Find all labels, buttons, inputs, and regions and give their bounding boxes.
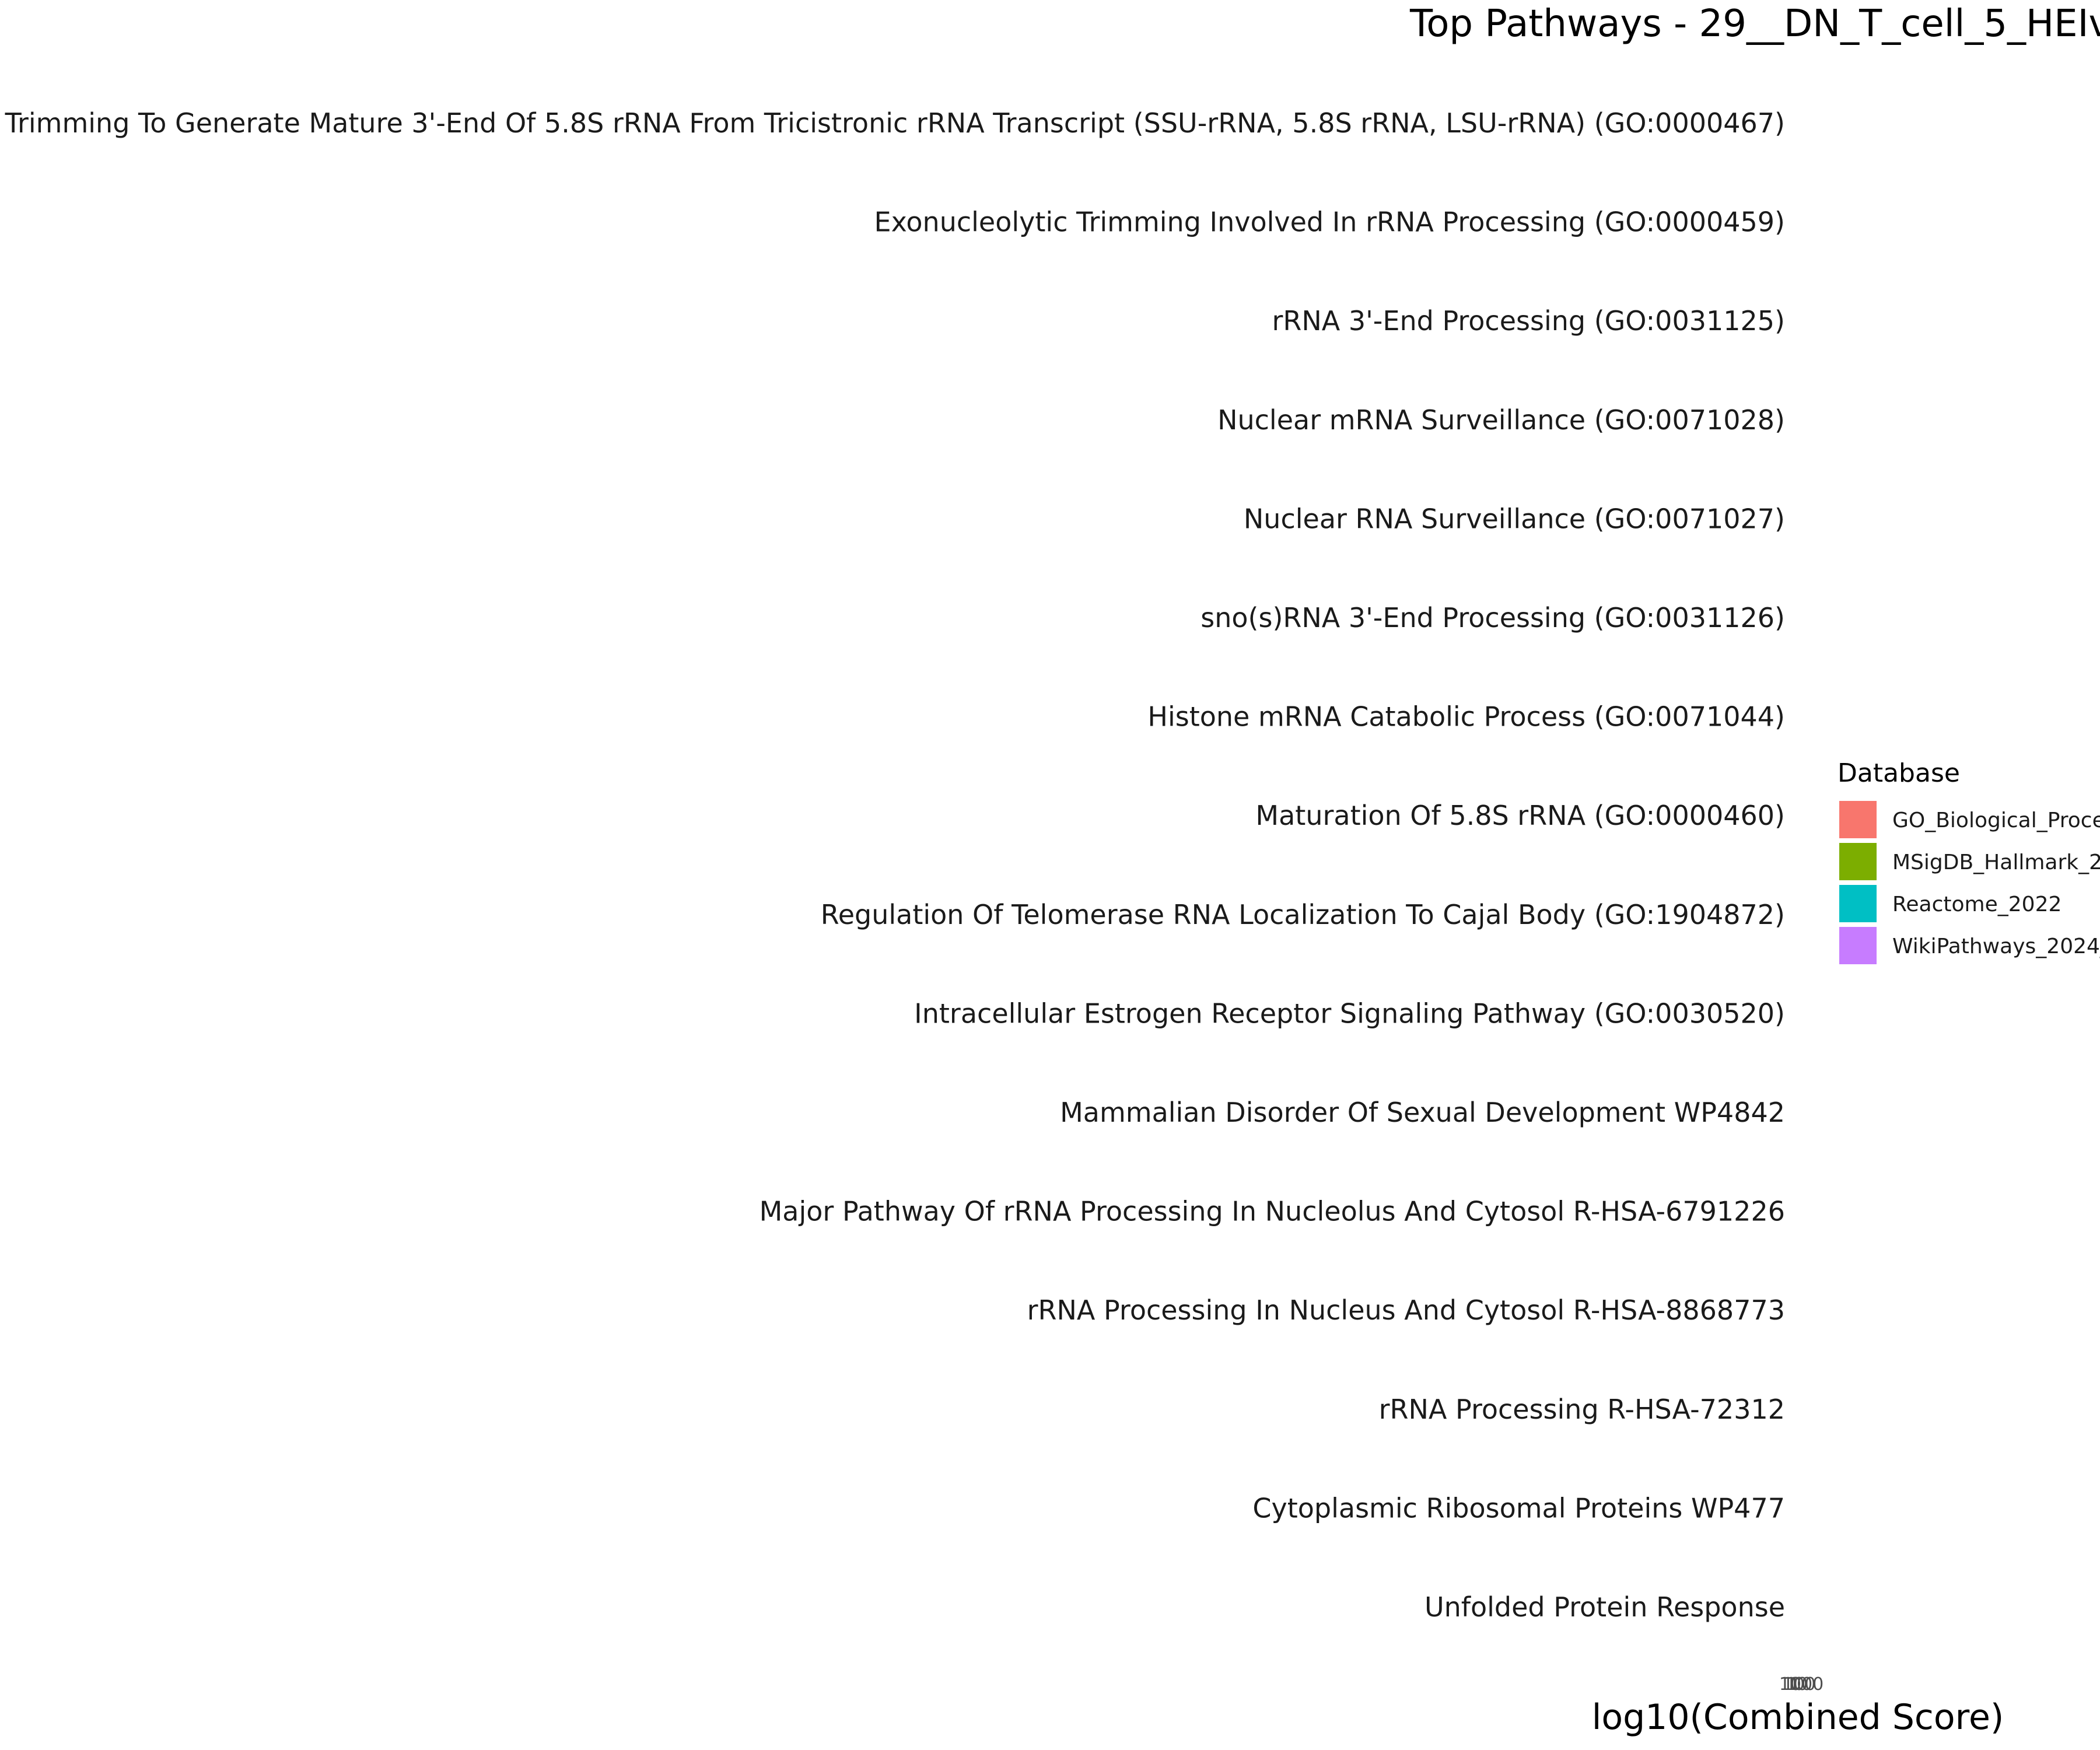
legend-label: Reactome_2022: [1892, 892, 2062, 916]
category-label: Exonucleolytic Trimming To Generate Matu…: [0, 107, 1785, 139]
legend-label: GO_Biological_Process_2023: [1892, 808, 2100, 832]
category-label: rRNA Processing In Nucleus And Cytosol R…: [1027, 1294, 1785, 1326]
category-label: Regulation Of Telomerase RNA Localizatio…: [821, 899, 1785, 930]
legend-key: [1839, 885, 1877, 922]
x-tick-labels: 1101001000: [1779, 1674, 1824, 1695]
category-label: Nuclear RNA Surveillance (GO:0071027): [1244, 503, 1785, 534]
category-label: Exonucleolytic Trimming Involved In rRNA…: [874, 206, 1785, 238]
category-label: rRNA Processing R-HSA-72312: [1379, 1394, 1785, 1425]
category-label: Major Pathway Of rRNA Processing In Nucl…: [760, 1196, 1785, 1227]
legend-key: [1839, 801, 1877, 838]
legend-title: Database: [1838, 758, 1960, 788]
category-label: sno(s)RNA 3'-End Processing (GO:0031126): [1200, 602, 1785, 634]
legend-key: [1839, 927, 1877, 964]
legend-label: MSigDB_Hallmark_2020: [1892, 850, 2100, 874]
legend: Database GO_Biological_Process_2023 MSigD…: [1838, 758, 2100, 964]
category-label: Intracellular Estrogen Receptor Signalin…: [914, 998, 1785, 1029]
legend-entries: GO_Biological_Process_2023 MSigDB_Hallmar…: [1839, 801, 2100, 964]
x-axis-title: log10(Combined Score): [1592, 1697, 2004, 1738]
chart-canvas: Top Pathways - 29__DN_T_cell_5_HEIvs Exo…: [0, 2, 2100, 1738]
category-label: Unfolded Protein Response: [1424, 1591, 1785, 1623]
legend-label: WikiPathways_2024_Human: [1892, 935, 2100, 958]
x-tick-label: 1000: [1779, 1674, 1824, 1695]
category-label: Nuclear mRNA Surveillance (GO:0071028): [1217, 404, 1785, 436]
category-labels: Exonucleolytic Trimming To Generate Matu…: [0, 107, 1785, 1623]
chart-title: Top Pathways - 29__DN_T_cell_5_HEIvs: [1409, 2, 2100, 46]
category-label: Maturation Of 5.8S rRNA (GO:0000460): [1255, 800, 1785, 831]
legend-key: [1839, 843, 1877, 880]
category-label: rRNA 3'-End Processing (GO:0031125): [1272, 305, 1785, 337]
category-label: Histone mRNA Catabolic Process (GO:00710…: [1147, 701, 1785, 733]
category-label: Mammalian Disorder Of Sexual Development…: [1060, 1097, 1785, 1128]
category-label: Cytoplasmic Ribosomal Proteins WP477: [1252, 1492, 1785, 1524]
